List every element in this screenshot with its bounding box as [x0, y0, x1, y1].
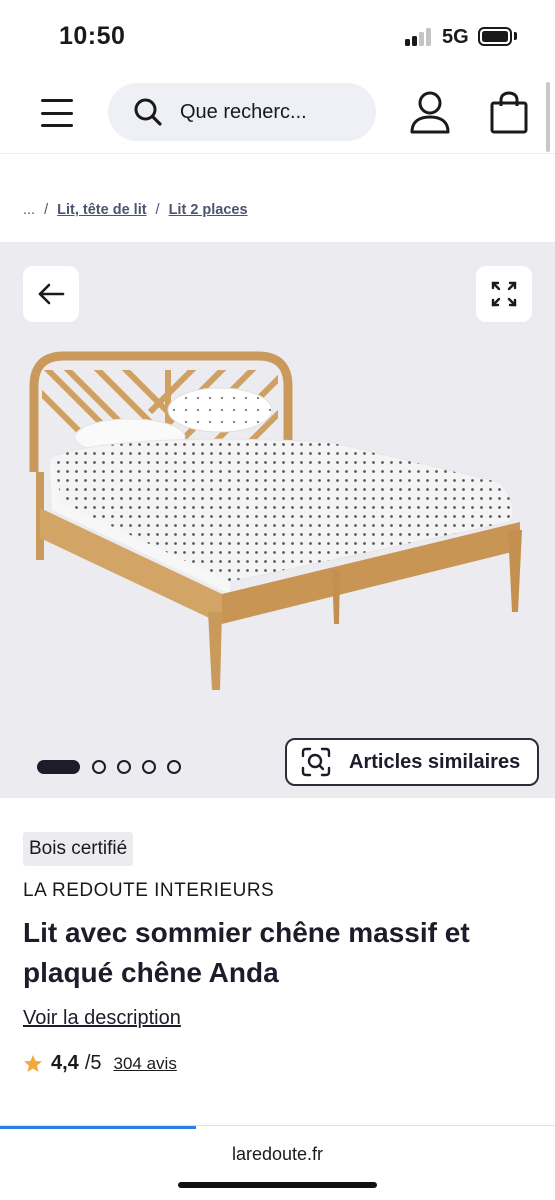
product-rating: 4,4 /5 304 avis — [23, 1052, 177, 1075]
similar-items-label: Articles similaires — [349, 750, 521, 773]
battery-icon — [478, 27, 512, 46]
product-title: Lit avec sommier chêne massif et plaqué … — [23, 917, 470, 988]
breadcrumb-separator: / — [155, 202, 160, 218]
search-placeholder: Que recherc... — [180, 101, 307, 123]
fullscreen-button[interactable] — [476, 266, 532, 322]
product-gallery[interactable]: Articles similaires — [0, 242, 555, 798]
certified-wood-badge: Bois certifié — [23, 832, 134, 866]
pagination-dot[interactable] — [117, 760, 131, 774]
home-indicator[interactable] — [178, 1182, 377, 1188]
pagination-dot[interactable] — [167, 760, 181, 774]
status-bar: 10:50 5G — [0, 0, 555, 72]
back-arrow-icon — [38, 283, 65, 305]
gallery-pagination — [37, 760, 192, 774]
breadcrumb-item-lit-2-places[interactable]: Lit 2 places — [169, 202, 248, 218]
breadcrumb: ... / Lit, tête de lit / Lit 2 places — [23, 202, 248, 218]
product-image[interactable] — [0, 332, 555, 712]
search-icon — [134, 98, 162, 126]
browser-address-bar[interactable]: laredoute.fr — [0, 1125, 555, 1200]
page-scrollbar[interactable] — [546, 82, 550, 152]
battery-tip — [514, 32, 517, 40]
pagination-dot[interactable] — [142, 760, 156, 774]
status-time: 10:50 — [59, 22, 126, 50]
browser-url[interactable]: laredoute.fr — [0, 1144, 555, 1165]
cart-icon[interactable] — [488, 90, 530, 136]
page-load-progress — [0, 1126, 196, 1129]
pagination-dot-active[interactable] — [37, 760, 80, 774]
breadcrumb-item-lit-tete-de-lit[interactable]: Lit, tête de lit — [57, 202, 146, 218]
breadcrumb-separator: / — [44, 202, 49, 218]
site-header: Que recherc... — [0, 72, 555, 154]
product-brand[interactable]: LA REDOUTE INTERIEURS — [23, 880, 274, 902]
signal-icon — [405, 28, 435, 46]
visual-search-icon — [301, 747, 331, 777]
back-button[interactable] — [23, 266, 79, 322]
breadcrumb-ellipsis[interactable]: ... — [23, 202, 35, 218]
description-link[interactable]: Voir la description — [23, 1007, 181, 1030]
rating-max: /5 — [84, 1052, 102, 1074]
similar-items-button[interactable]: Articles similaires — [285, 738, 539, 786]
network-label: 5G — [442, 26, 469, 48]
pagination-dot[interactable] — [92, 760, 106, 774]
fullscreen-icon — [491, 281, 517, 307]
star-icon — [24, 1054, 42, 1072]
reviews-link[interactable]: 304 avis — [114, 1054, 177, 1074]
rating-score: 4,4 — [51, 1052, 79, 1074]
account-icon[interactable] — [408, 90, 452, 136]
search-input[interactable]: Que recherc... — [108, 83, 376, 141]
menu-icon[interactable] — [38, 96, 76, 130]
